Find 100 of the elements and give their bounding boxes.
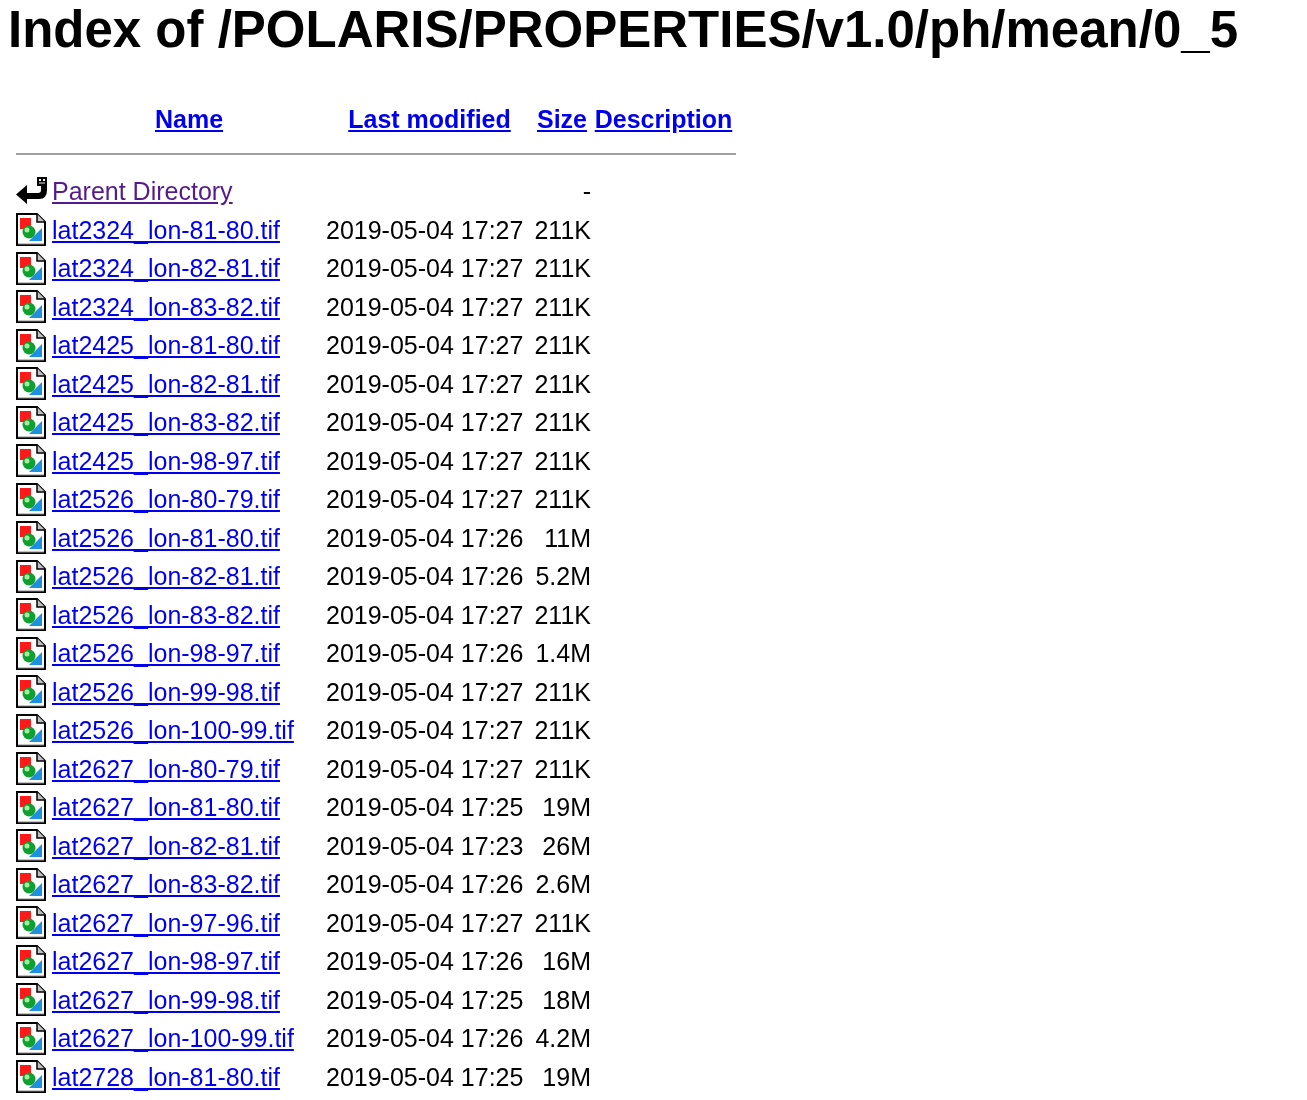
file-link[interactable]: lat2627_lon-83-82.tif: [52, 869, 280, 900]
date-cell: 2019-05-04 17:23: [326, 830, 524, 861]
size-cell: -: [582, 176, 591, 207]
image-file-icon: [16, 713, 46, 747]
size-cell: 211K: [534, 484, 591, 515]
parent-directory-link[interactable]: Parent Directory: [52, 176, 233, 207]
date-cell: 2019-05-04 17:27: [326, 676, 524, 707]
file-link[interactable]: lat2425_lon-83-82.tif: [52, 407, 280, 438]
image-file-icon: [16, 290, 46, 324]
size-cell: 211K: [534, 715, 591, 746]
size-cell: 5.2M: [535, 561, 591, 592]
image-file-icon: [16, 636, 46, 670]
date-cell: 2019-05-04 17:26: [326, 638, 524, 669]
image-file-icon: [16, 790, 46, 824]
image-file-icon: [16, 906, 46, 940]
date-cell: 2019-05-04 17:27: [326, 599, 524, 630]
file-link[interactable]: lat2425_lon-82-81.tif: [52, 368, 280, 399]
image-file-icon: [16, 482, 46, 516]
size-cell: 11M: [544, 522, 591, 553]
size-cell: 26M: [542, 830, 591, 861]
image-file-icon: [16, 444, 46, 478]
date-cell: 2019-05-04 17:26: [326, 522, 524, 553]
image-file-icon: [16, 328, 46, 362]
size-cell: 18M: [542, 984, 591, 1015]
image-file-icon: [16, 521, 46, 555]
size-cell: 211K: [534, 214, 591, 245]
file-link[interactable]: lat2526_lon-82-81.tif: [52, 561, 280, 592]
date-cell: 2019-05-04 17:27: [326, 214, 524, 245]
size-cell: 211K: [534, 330, 591, 361]
file-link[interactable]: lat2526_lon-100-99.tif: [52, 715, 294, 746]
size-cell: 16M: [542, 946, 591, 977]
date-cell: 2019-05-04 17:25: [326, 792, 524, 823]
file-link[interactable]: lat2526_lon-83-82.tif: [52, 599, 280, 630]
size-cell: 19M: [542, 792, 591, 823]
file-link[interactable]: lat2526_lon-81-80.tif: [52, 522, 280, 553]
date-cell: 2019-05-04 17:26: [326, 1023, 524, 1054]
image-file-icon: [16, 752, 46, 786]
file-link[interactable]: lat2425_lon-81-80.tif: [52, 330, 280, 361]
image-file-icon: [16, 944, 46, 978]
size-cell: 211K: [534, 907, 591, 938]
image-file-icon: [16, 251, 46, 285]
back-arrow-icon: [16, 177, 47, 206]
file-link[interactable]: lat2526_lon-98-97.tif: [52, 638, 280, 669]
file-link[interactable]: lat2728_lon-81-80.tif: [52, 1061, 280, 1092]
date-cell: 2019-05-04 17:25: [326, 984, 524, 1015]
file-link[interactable]: lat2324_lon-83-82.tif: [52, 291, 280, 322]
file-link[interactable]: lat2324_lon-82-81.tif: [52, 253, 280, 284]
date-cell: 2019-05-04 17:27: [326, 753, 524, 784]
image-file-icon: [16, 983, 46, 1017]
image-file-icon: [16, 213, 46, 247]
file-link[interactable]: lat2627_lon-98-97.tif: [52, 946, 280, 977]
column-header-link[interactable]: Size: [537, 104, 587, 134]
column-header-link[interactable]: Description: [594, 104, 733, 134]
image-file-icon: [16, 867, 46, 901]
size-cell: 211K: [534, 753, 591, 784]
column-header-link[interactable]: Name: [154, 104, 224, 134]
date-cell: 2019-05-04 17:26: [326, 869, 524, 900]
image-file-icon: [16, 598, 46, 632]
date-cell: 2019-05-04 17:27: [326, 407, 524, 438]
file-link[interactable]: lat2425_lon-98-97.tif: [52, 445, 280, 476]
file-link[interactable]: lat2526_lon-99-98.tif: [52, 676, 280, 707]
date-cell: 2019-05-04 17:27: [326, 368, 524, 399]
date-cell: 2019-05-04 17:27: [326, 715, 524, 746]
date-cell: 2019-05-04 17:27: [326, 907, 524, 938]
size-cell: 2.6M: [535, 869, 591, 900]
date-cell: 2019-05-04 17:27: [326, 330, 524, 361]
page-title: Index of /POLARIS/PROPERTIES/v1.0/ph/mean/0_5: [8, 0, 1238, 60]
date-cell: 2019-05-04 17:27: [326, 484, 524, 515]
size-cell: 211K: [534, 291, 591, 322]
size-cell: 1.4M: [535, 638, 591, 669]
image-file-icon: [16, 829, 46, 863]
file-link[interactable]: lat2627_lon-80-79.tif: [52, 753, 280, 784]
size-cell: 211K: [534, 253, 591, 284]
file-link[interactable]: lat2627_lon-81-80.tif: [52, 792, 280, 823]
size-cell: 211K: [534, 368, 591, 399]
file-link[interactable]: lat2324_lon-81-80.tif: [52, 214, 280, 245]
size-cell: 19M: [542, 1061, 591, 1092]
date-cell: 2019-05-04 17:26: [326, 946, 524, 977]
image-file-icon: [16, 367, 46, 401]
image-file-icon: [16, 405, 46, 439]
size-cell: 211K: [534, 407, 591, 438]
date-cell: 2019-05-04 17:26: [326, 561, 524, 592]
date-cell: 2019-05-04 17:27: [326, 445, 524, 476]
size-cell: 211K: [534, 445, 591, 476]
image-file-icon: [16, 1021, 46, 1055]
file-link[interactable]: lat2627_lon-99-98.tif: [52, 984, 280, 1015]
file-link[interactable]: lat2526_lon-80-79.tif: [52, 484, 280, 515]
date-cell: 2019-05-04 17:25: [326, 1061, 524, 1092]
file-link[interactable]: lat2627_lon-97-96.tif: [52, 907, 280, 938]
image-file-icon: [16, 559, 46, 593]
file-link[interactable]: lat2627_lon-82-81.tif: [52, 830, 280, 861]
column-header-link[interactable]: Last modified: [348, 104, 511, 134]
size-cell: 211K: [534, 676, 591, 707]
file-link[interactable]: lat2627_lon-100-99.tif: [52, 1023, 294, 1054]
date-cell: 2019-05-04 17:27: [326, 253, 524, 284]
date-cell: 2019-05-04 17:27: [326, 291, 524, 322]
image-file-icon: [16, 1060, 46, 1094]
size-cell: 4.2M: [535, 1023, 591, 1054]
image-file-icon: [16, 675, 46, 709]
size-cell: 211K: [534, 599, 591, 630]
